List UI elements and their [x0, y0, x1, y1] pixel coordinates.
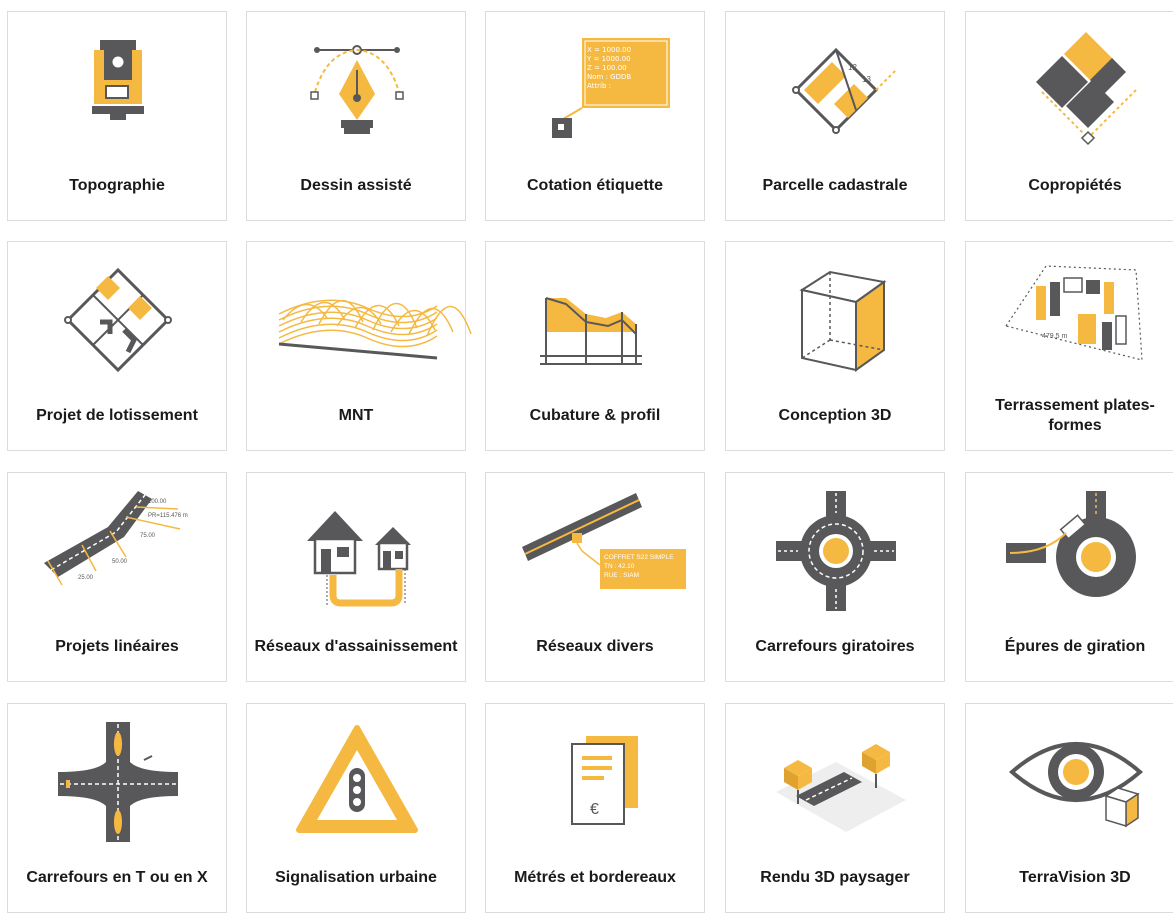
module-card-mnt[interactable]: MNT	[246, 241, 472, 451]
turning-path-icon	[1006, 491, 1136, 597]
module-card-reseaux[interactable]: COFFRET S22 SIMPLE TN : 42.10 RUE : SIAM R…	[485, 472, 705, 682]
svg-text:50.00: 50.00	[112, 559, 128, 565]
svg-text:€: €	[590, 801, 599, 818]
svg-text:RUE : SIAM: RUE : SIAM	[604, 572, 639, 579]
module-card-lotissement[interactable]: Projet de lotissement	[7, 241, 227, 451]
module-label: Réseaux d'assainissement	[254, 638, 458, 655]
sewer-network-icon	[307, 511, 411, 607]
total-station-icon	[92, 40, 144, 120]
svg-text:Z = 100.00: Z = 100.00	[587, 64, 627, 72]
roundabout-icon	[776, 491, 896, 611]
utility-network-icon: COFFRET S22 SIMPLE TN : 42.10 RUE : SIAM	[522, 493, 686, 589]
intersection-icon	[58, 722, 178, 842]
module-label: MNT	[338, 407, 374, 424]
module-card-dessin[interactable]: Dessin assisté	[246, 11, 466, 221]
module-label: Métrés et bordereaux	[514, 869, 676, 886]
module-card-lineaires[interactable]: 100.00 PR=115.476 m 75.00 50.00 25.00 Pr…	[7, 472, 227, 682]
svg-text:Attrib :: Attrib :	[587, 82, 611, 90]
module-label: Signalisation urbaine	[275, 869, 437, 886]
traffic-sign-icon	[296, 725, 418, 833]
svg-text:COFFRET S22 SIMPLE: COFFRET S22 SIMPLE	[604, 554, 674, 561]
svg-text:Nom : GDDB: Nom : GDDB	[587, 73, 631, 81]
module-card-assainissement[interactable]: Réseaux d'assainissement	[246, 472, 466, 682]
svg-text:TN : 42.10: TN : 42.10	[604, 563, 635, 570]
svg-text:Y = 1000.00: Y = 1000.00	[586, 55, 631, 63]
module-label: Carrefours en T ou en X	[26, 869, 208, 886]
module-card-cotation[interactable]: X = 1000.00 Y = 1000.00 Z = 100.00 Nom : GD…	[485, 11, 705, 221]
landscape-render-icon	[776, 744, 906, 832]
module-card-topographie[interactable]: Topographie	[7, 11, 227, 221]
module-card-copropriete[interactable]: Copropiétés	[965, 11, 1173, 221]
module-label: Carrefours giratoires	[755, 638, 915, 655]
module-label: Parcelle cadastrale	[762, 177, 908, 194]
road-alignment-icon: 100.00 PR=115.476 m 75.00 50.00 25.00	[44, 491, 188, 586]
subdivision-icon	[64, 267, 172, 373]
module-label: TerraVision 3D	[1019, 869, 1131, 886]
module-label: Conception 3D	[778, 407, 892, 424]
profile-section-icon	[540, 297, 642, 365]
module-label: Projet de lotissement	[36, 407, 198, 424]
module-label: Réseaux divers	[536, 638, 654, 655]
platform-earthwork-icon: 479.5 m	[1005, 265, 1143, 361]
module-label: Dessin assisté	[300, 177, 412, 194]
module-card-carrefours[interactable]: Carrefours en T ou en X	[7, 703, 227, 913]
module-card-rendu[interactable]: Rendu 3D paysager	[725, 703, 945, 913]
module-card-signalisation[interactable]: Signalisation urbaine	[246, 703, 466, 913]
svg-text:479.5 m: 479.5 m	[1042, 333, 1067, 340]
module-label: Cotation étiquette	[527, 177, 663, 194]
pen-nib-bezier-icon	[310, 45, 404, 134]
svg-text:X = 1000.00: X = 1000.00	[587, 46, 631, 54]
module-label: Rendu 3D paysager	[760, 869, 910, 886]
module-card-metres[interactable]: € Métrés et bordereaux	[485, 703, 705, 913]
module-card-cubature[interactable]: Cubature & profil	[485, 241, 705, 451]
svg-text:13: 13	[862, 75, 871, 84]
module-card-conception[interactable]: Conception 3D	[725, 241, 945, 451]
svg-text:75.00: 75.00	[140, 533, 156, 539]
module-label: Topographie	[69, 177, 165, 194]
cadastral-parcel-icon: 12 13	[792, 47, 897, 134]
module-card-epures[interactable]: Épures de giration	[965, 472, 1173, 682]
label-tag-icon: X = 1000.00Y = 1000.00Z = 100.00Nom : GD…	[552, 38, 670, 138]
svg-text:100.00: 100.00	[148, 499, 167, 505]
module-grid: Topographie Dessin assisté X = 1000.00 Y …	[0, 0, 1173, 913]
module-card-terravision[interactable]: TerraVision 3D	[965, 703, 1173, 913]
eye-3d-icon	[1008, 742, 1144, 828]
svg-text:25.00: 25.00	[78, 575, 94, 581]
module-card-giratoires[interactable]: Carrefours giratoires	[725, 472, 945, 682]
module-label: Projets linéaires	[55, 638, 179, 655]
module-card-terrassement[interactable]: 479.5 m Terrassement plates-formes	[965, 241, 1173, 451]
terrain-mesh-icon	[278, 299, 472, 360]
module-card-parcelle[interactable]: 12 13 Parcelle cadastrale	[725, 11, 945, 221]
module-label: Cubature & profil	[529, 407, 661, 424]
module-label: Terrassement plates-formes	[995, 397, 1155, 434]
module-label: Copropiétés	[1028, 177, 1122, 194]
co-ownership-icon	[1036, 32, 1137, 146]
svg-text:12: 12	[848, 63, 857, 72]
cube-3d-icon	[799, 270, 887, 372]
quantity-document-icon: €	[571, 736, 638, 825]
module-label: Épures de giration	[1004, 638, 1146, 655]
svg-text:PR=115.476 m: PR=115.476 m	[148, 513, 188, 519]
